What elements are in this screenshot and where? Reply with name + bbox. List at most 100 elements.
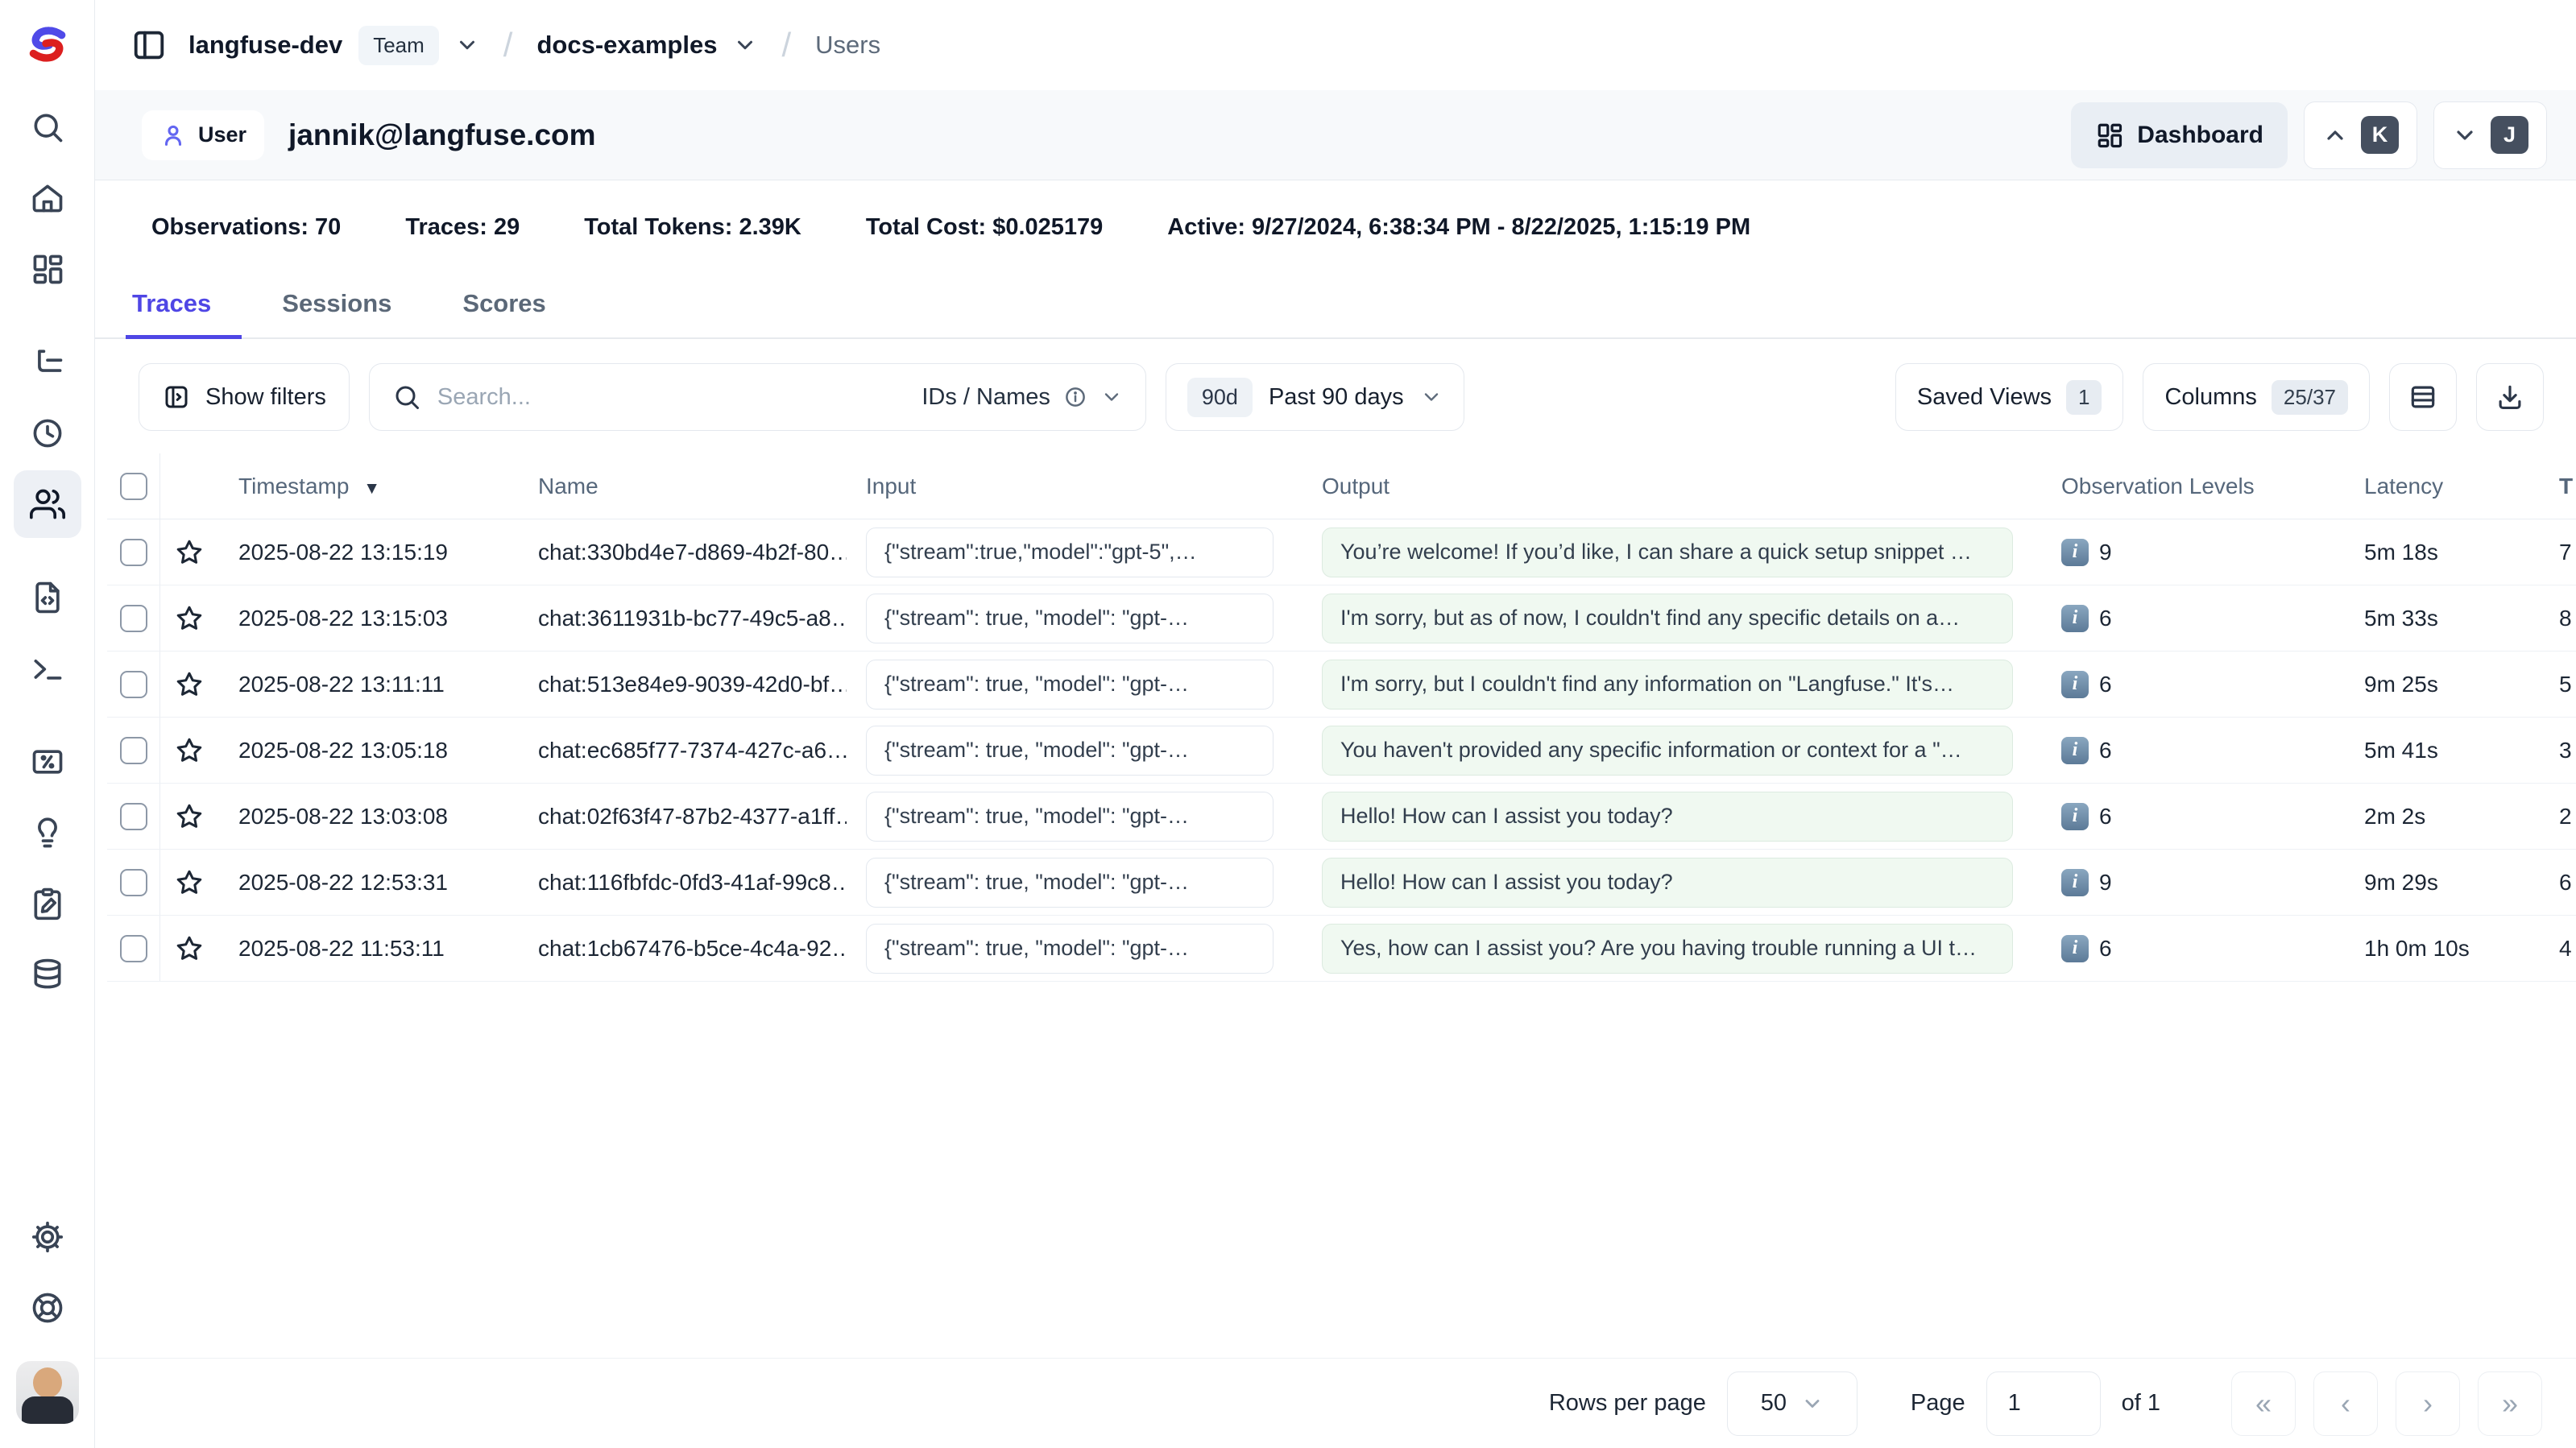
row-checkbox[interactable] — [120, 803, 147, 830]
sidebar-sessions-clock-icon[interactable] — [14, 399, 81, 467]
row-checkbox[interactable] — [120, 869, 147, 896]
row-clipped-value: 8 — [2551, 606, 2576, 631]
sidebar-datasets-database-icon[interactable] — [14, 941, 81, 1008]
tab-traces[interactable]: Traces — [129, 276, 214, 337]
user-avatar[interactable] — [16, 1361, 79, 1424]
app-window: langfuse-dev Team / docs-examples / User… — [0, 0, 2576, 1448]
favorite-star-icon[interactable] — [174, 801, 205, 832]
tab-sessions[interactable]: Sessions — [279, 276, 395, 337]
sidebar-lightbulb-icon[interactable] — [14, 799, 81, 867]
prev-page-button[interactable]: ‹ — [2313, 1371, 2378, 1436]
search-scope-select[interactable]: IDs / Names — [921, 384, 1123, 411]
person-icon — [159, 122, 187, 149]
page-label: Page — [1911, 1390, 1965, 1417]
header-cell-latency[interactable]: Latency — [2350, 474, 2551, 499]
row-input-cell[interactable]: {"stream": true, "model": "gpt-… — [866, 594, 1274, 643]
panel-toggle-icon[interactable] — [130, 27, 168, 64]
langfuse-logo-icon[interactable] — [24, 21, 71, 68]
row-checkbox[interactable] — [120, 605, 147, 632]
prev-user-button[interactable]: K — [2304, 101, 2417, 169]
first-page-button[interactable]: « — [2231, 1371, 2296, 1436]
observation-count: 6 — [2099, 738, 2112, 763]
observation-count: 6 — [2099, 804, 2112, 829]
table-row[interactable]: 2025-08-22 13:05:18 chat:ec685f77-7374-4… — [107, 718, 2576, 784]
favorite-star-icon[interactable] — [174, 603, 205, 634]
table-row[interactable]: 2025-08-22 12:53:31 chat:116fbfdc-0fd3-4… — [107, 850, 2576, 916]
row-input-cell[interactable]: {"stream": true, "model": "gpt-… — [866, 792, 1274, 842]
breadcrumb-page: Users — [815, 31, 880, 60]
table-row[interactable]: 2025-08-22 13:03:08 chat:02f63f47-87b2-4… — [107, 784, 2576, 850]
chevron-down-icon[interactable] — [733, 33, 757, 57]
columns-button[interactable]: Columns 25/37 — [2143, 363, 2370, 431]
row-output-cell[interactable]: I'm sorry, but I couldn't find any infor… — [1322, 660, 2013, 710]
page-number-input[interactable]: 1 — [1986, 1371, 2101, 1436]
breadcrumb-project[interactable]: docs-examples — [536, 31, 757, 60]
sidebar-annotation-clipboard-icon[interactable] — [14, 870, 81, 937]
info-level-icon: i — [2061, 539, 2089, 566]
rows-per-page-select[interactable]: 50 — [1727, 1371, 1857, 1436]
select-all-checkbox[interactable] — [120, 473, 147, 500]
header-cell-input[interactable]: Input — [847, 474, 1302, 499]
stat-total-tokens: Total Tokens: 2.39K — [584, 214, 801, 241]
favorite-star-icon[interactable] — [174, 867, 205, 898]
search-input[interactable]: Search... IDs / Names — [369, 363, 1146, 431]
table-header-row: Timestamp ▼ Name Input Output Observatio… — [107, 453, 2576, 519]
favorite-star-icon[interactable] — [174, 735, 205, 766]
sidebar-dashboards-icon[interactable] — [14, 235, 81, 303]
row-output-cell[interactable]: I'm sorry, but as of now, I couldn't fin… — [1322, 594, 2013, 643]
sidebar-tracing-icon[interactable] — [14, 329, 81, 396]
table-row[interactable]: 2025-08-22 13:15:03 chat:3611931b-bc77-4… — [107, 585, 2576, 652]
sidebar-search-icon[interactable] — [14, 93, 81, 161]
row-input-cell[interactable]: {"stream":true,"model":"gpt-5",… — [866, 527, 1274, 577]
sidebar-settings-gear-icon[interactable] — [14, 1203, 81, 1271]
row-output-cell[interactable]: Yes, how can I assist you? Are you havin… — [1322, 924, 2013, 974]
tab-scores[interactable]: Scores — [459, 276, 549, 337]
row-checkbox[interactable] — [120, 737, 147, 764]
row-input-cell[interactable]: {"stream": true, "model": "gpt-… — [866, 858, 1274, 908]
next-page-button[interactable]: › — [2396, 1371, 2460, 1436]
row-name: chat:ec685f77-7374-427c-a6… — [518, 738, 847, 763]
header-cell-observation-levels[interactable]: Observation Levels — [2042, 474, 2350, 499]
row-input-cell[interactable]: {"stream": true, "model": "gpt-… — [866, 924, 1274, 974]
header-cell-clipped[interactable]: T — [2551, 474, 2576, 499]
saved-views-button[interactable]: Saved Views 1 — [1895, 363, 2124, 431]
date-range-select[interactable]: 90d Past 90 days — [1166, 363, 1464, 431]
row-input-cell[interactable]: {"stream": true, "model": "gpt-… — [866, 660, 1274, 710]
table-row[interactable]: 2025-08-22 13:15:19 chat:330bd4e7-d869-4… — [107, 519, 2576, 585]
table-row[interactable]: 2025-08-22 11:53:11 chat:1cb67476-b5ce-4… — [107, 916, 2576, 982]
observation-count: 6 — [2099, 936, 2112, 962]
header-cell-timestamp[interactable]: Timestamp ▼ — [218, 474, 518, 499]
favorite-star-icon[interactable] — [174, 933, 205, 964]
sidebar-evaluation-board-icon[interactable] — [14, 728, 81, 796]
row-output-cell[interactable]: Hello! How can I assist you today? — [1322, 792, 2013, 842]
breadcrumb-org[interactable]: langfuse-dev Team — [188, 26, 479, 65]
stat-total-cost: Total Cost: $0.025179 — [866, 214, 1103, 241]
row-latency: 5m 41s — [2350, 738, 2551, 763]
chevron-down-icon[interactable] — [455, 33, 479, 57]
row-checkbox[interactable] — [120, 671, 147, 698]
row-input-cell[interactable]: {"stream": true, "model": "gpt-… — [866, 726, 1274, 776]
sidebar-playground-terminal-icon[interactable] — [14, 635, 81, 702]
sidebar-support-lifebuoy-icon[interactable] — [14, 1274, 81, 1342]
dashboard-button[interactable]: Dashboard — [2071, 102, 2288, 168]
favorite-star-icon[interactable] — [174, 537, 205, 568]
row-output-cell[interactable]: Hello! How can I assist you today? — [1322, 858, 2013, 908]
last-page-button[interactable]: » — [2478, 1371, 2542, 1436]
header-cell-output[interactable]: Output — [1302, 474, 2042, 499]
row-height-button[interactable] — [2389, 363, 2457, 431]
sidebar-users-icon[interactable] — [14, 470, 81, 538]
favorite-star-icon[interactable] — [174, 669, 205, 700]
row-name: chat:513e84e9-9039-42d0-bf… — [518, 672, 847, 697]
export-button[interactable] — [2476, 363, 2544, 431]
search-icon — [392, 383, 421, 412]
header-cell-name[interactable]: Name — [518, 474, 847, 499]
row-output-cell[interactable]: You’re welcome! If you’d like, I can sha… — [1322, 527, 2013, 577]
row-checkbox[interactable] — [120, 935, 147, 962]
sidebar-prompts-file-code-icon[interactable] — [14, 564, 81, 631]
row-checkbox[interactable] — [120, 539, 147, 566]
table-row[interactable]: 2025-08-22 13:11:11 chat:513e84e9-9039-4… — [107, 652, 2576, 718]
next-user-button[interactable]: J — [2433, 101, 2547, 169]
show-filters-button[interactable]: Show filters — [139, 363, 350, 431]
row-output-cell[interactable]: You haven't provided any specific inform… — [1322, 726, 2013, 776]
sidebar-home-icon[interactable] — [14, 164, 81, 232]
